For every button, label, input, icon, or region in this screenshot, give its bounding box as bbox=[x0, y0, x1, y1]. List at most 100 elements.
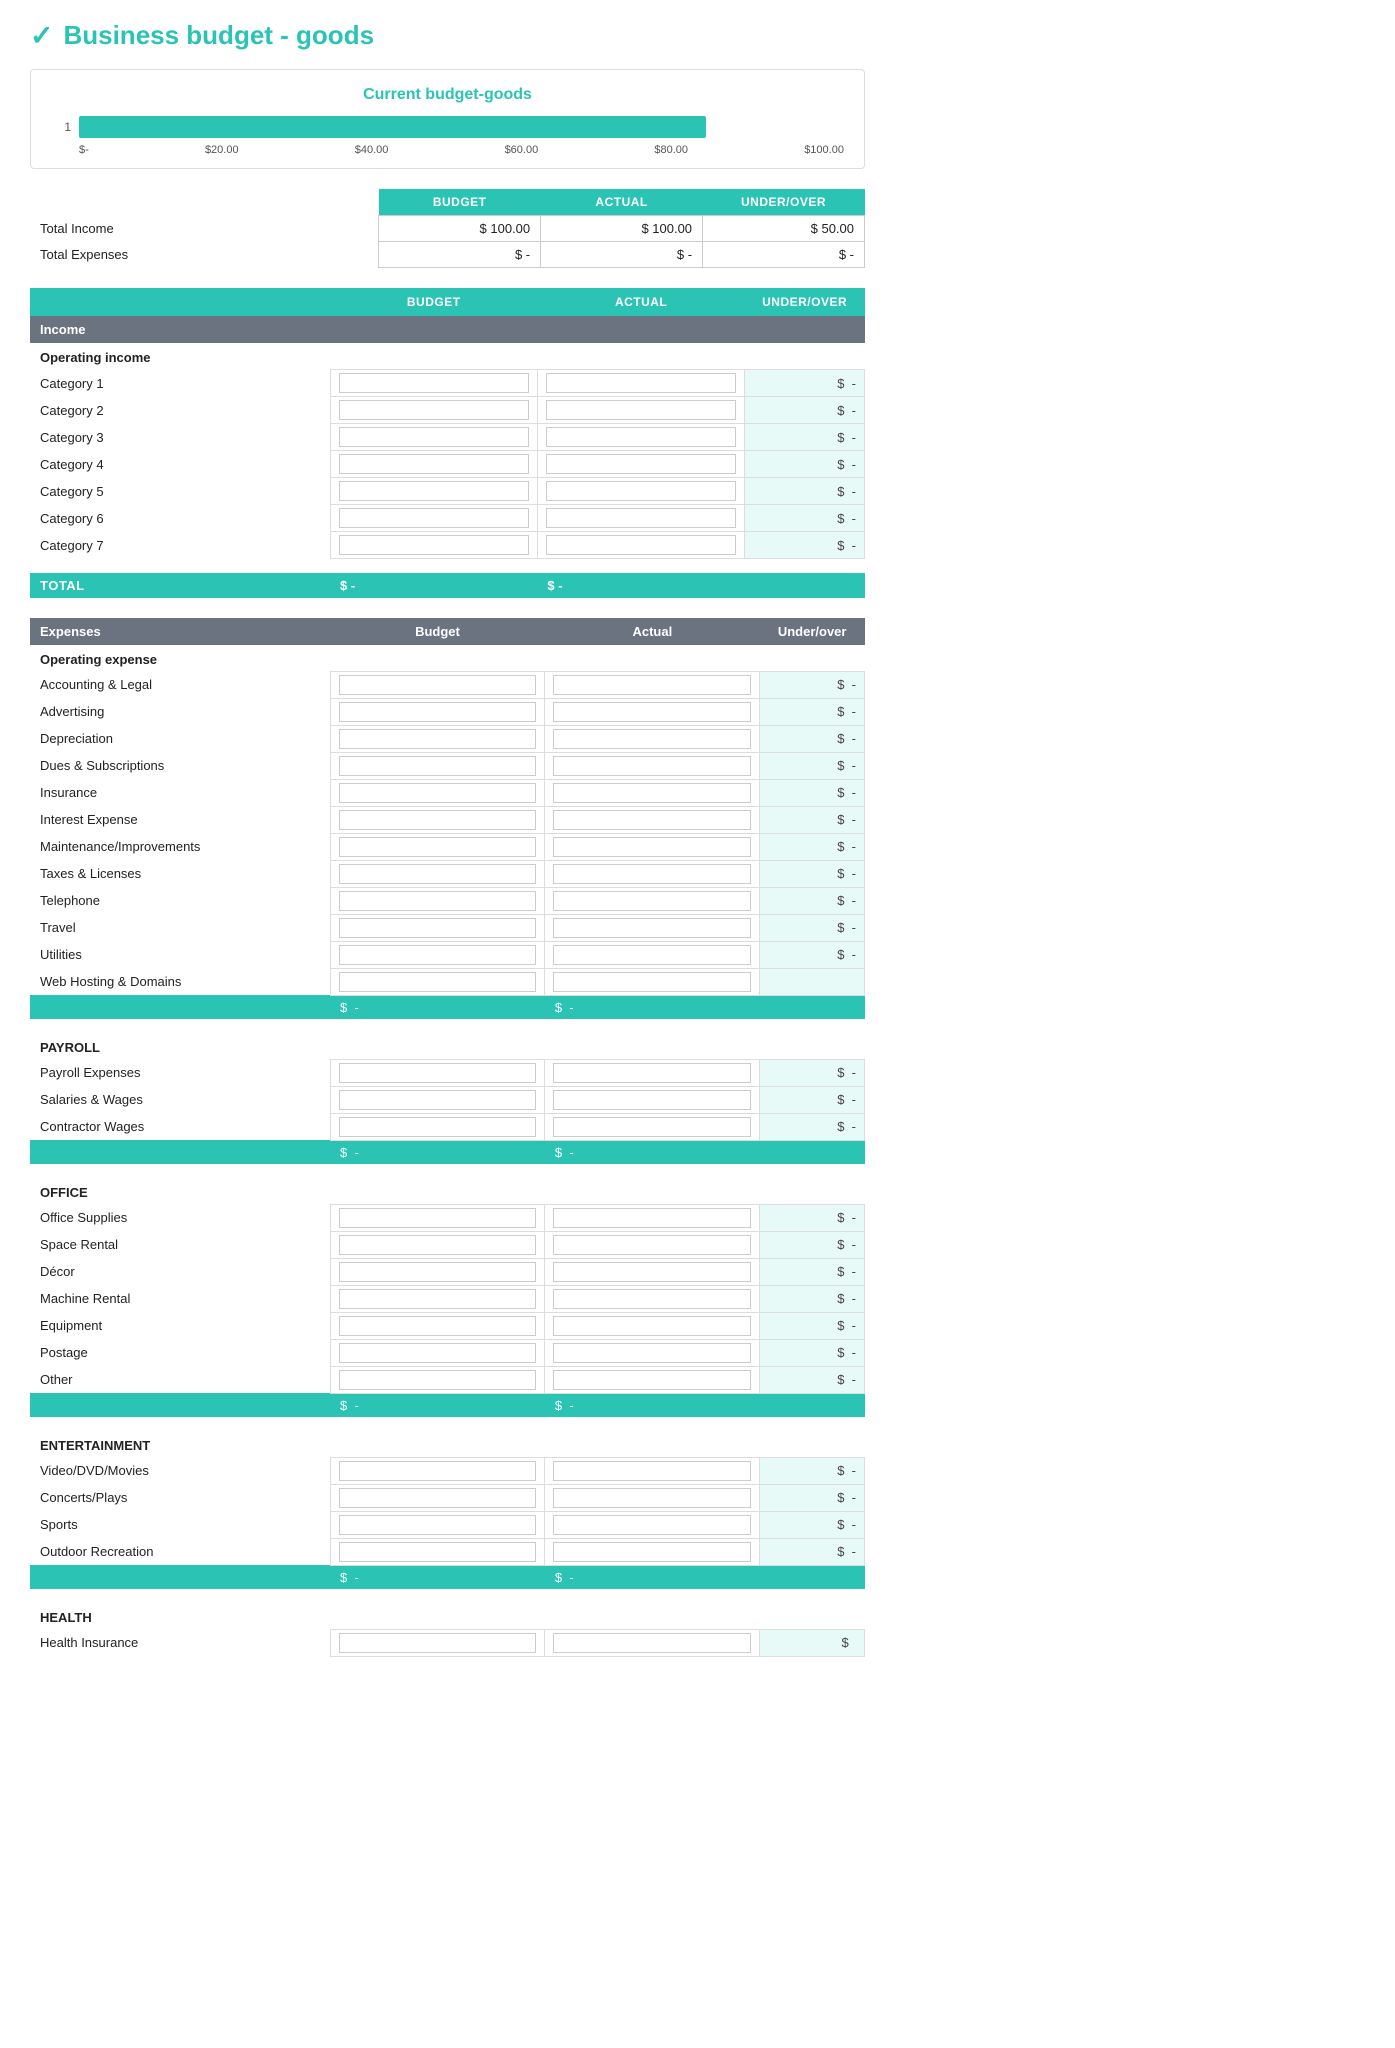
cat3-budget-field[interactable] bbox=[339, 427, 529, 447]
exp-machine-rental-budget[interactable] bbox=[339, 1289, 537, 1309]
exp-payroll-expenses-row: Payroll Expenses $ - bbox=[30, 1059, 865, 1086]
exp-video-budget[interactable] bbox=[339, 1461, 537, 1481]
exp-salaries-underover: $ - bbox=[760, 1086, 865, 1113]
exp-health-insurance-budget[interactable] bbox=[339, 1633, 537, 1653]
cat1-budget-input[interactable] bbox=[330, 370, 537, 397]
exp-salaries-actual[interactable] bbox=[553, 1090, 751, 1110]
exp-webhosting-actual[interactable] bbox=[553, 972, 751, 992]
exp-utilities-actual[interactable] bbox=[553, 945, 751, 965]
exp-webhosting-budget[interactable] bbox=[339, 972, 537, 992]
exp-maintenance-budget[interactable] bbox=[339, 837, 537, 857]
exp-outdoor-budget[interactable] bbox=[339, 1542, 537, 1562]
exp-webhosting-label: Web Hosting & Domains bbox=[30, 968, 330, 995]
exp-insurance-actual[interactable] bbox=[553, 783, 751, 803]
exp-taxes-actual[interactable] bbox=[553, 864, 751, 884]
exp-decor-budget[interactable] bbox=[339, 1262, 537, 1282]
exp-depreciation-budget[interactable] bbox=[339, 729, 537, 749]
cat5-actual-field[interactable] bbox=[546, 481, 736, 501]
exp-contractor-actual[interactable] bbox=[553, 1117, 751, 1137]
exp-depreciation-underover: $ - bbox=[760, 725, 865, 752]
operating-expense-subsection: Operating expense bbox=[30, 645, 865, 672]
cat1-actual-input[interactable] bbox=[537, 370, 744, 397]
exp-health-insurance-actual[interactable] bbox=[553, 1633, 751, 1653]
cat3-actual-field[interactable] bbox=[546, 427, 736, 447]
exp-other-actual[interactable] bbox=[553, 1370, 751, 1390]
exp-decor-actual[interactable] bbox=[553, 1262, 751, 1282]
income-col-underover: UNDER/OVER bbox=[745, 288, 865, 316]
summary-actual-header: ACTUAL bbox=[541, 189, 703, 216]
cat6-actual-field[interactable] bbox=[546, 508, 736, 528]
exp-outdoor-actual[interactable] bbox=[553, 1542, 751, 1562]
entertainment-subtotal-underover bbox=[760, 1565, 865, 1589]
income-total-budget: $ - bbox=[330, 573, 537, 598]
cat4-budget-field[interactable] bbox=[339, 454, 529, 474]
office-label: OFFICE bbox=[30, 1178, 865, 1205]
exp-other-label: Other bbox=[30, 1366, 330, 1393]
cat2-label: Category 2 bbox=[30, 397, 330, 424]
exp-equipment-actual[interactable] bbox=[553, 1316, 751, 1336]
exp-machine-rental-actual[interactable] bbox=[553, 1289, 751, 1309]
cat1-actual-field[interactable] bbox=[546, 373, 736, 393]
exp-accounting-actual[interactable] bbox=[553, 675, 751, 695]
income-category-row-5: Category 5 $ - bbox=[30, 478, 865, 505]
exp-machine-rental-label: Machine Rental bbox=[30, 1285, 330, 1312]
exp-travel-budget[interactable] bbox=[339, 918, 537, 938]
exp-dues-budget[interactable] bbox=[339, 756, 537, 776]
exp-utilities-budget[interactable] bbox=[339, 945, 537, 965]
spacer-1 bbox=[30, 559, 865, 573]
exp-interest-budget[interactable] bbox=[339, 810, 537, 830]
exp-payroll-expenses-budget[interactable] bbox=[339, 1063, 537, 1083]
exp-depreciation-actual[interactable] bbox=[553, 729, 751, 749]
cat2-actual-field[interactable] bbox=[546, 400, 736, 420]
cat4-actual-field[interactable] bbox=[546, 454, 736, 474]
exp-advertising-actual[interactable] bbox=[553, 702, 751, 722]
cat1-budget-field[interactable] bbox=[339, 373, 529, 393]
exp-equipment-budget[interactable] bbox=[339, 1316, 537, 1336]
exp-salaries-budget[interactable] bbox=[339, 1090, 537, 1110]
cat5-budget-field[interactable] bbox=[339, 481, 529, 501]
exp-space-rental-actual[interactable] bbox=[553, 1235, 751, 1255]
cat5-underover: $ - bbox=[745, 478, 865, 505]
exp-concerts-budget[interactable] bbox=[339, 1488, 537, 1508]
income-col-budget: BUDGET bbox=[330, 288, 537, 316]
exp-webhosting-row: Web Hosting & Domains bbox=[30, 968, 865, 995]
exp-travel-actual[interactable] bbox=[553, 918, 751, 938]
exp-taxes-budget[interactable] bbox=[339, 864, 537, 884]
exp-machine-rental-row: Machine Rental $ - bbox=[30, 1285, 865, 1312]
income-subsection: Operating income bbox=[30, 343, 865, 370]
exp-telephone-actual[interactable] bbox=[553, 891, 751, 911]
exp-office-supplies-budget[interactable] bbox=[339, 1208, 537, 1228]
income-col-actual: ACTUAL bbox=[537, 288, 744, 316]
exp-advertising-underover: $ - bbox=[760, 698, 865, 725]
cat6-budget-field[interactable] bbox=[339, 508, 529, 528]
chart-y-label: 1 bbox=[51, 120, 71, 134]
total-income-actual: $ 100.00 bbox=[541, 216, 703, 242]
exp-sports-actual[interactable] bbox=[553, 1515, 751, 1535]
exp-space-rental-budget[interactable] bbox=[339, 1235, 537, 1255]
exp-sports-row: Sports $ - bbox=[30, 1511, 865, 1538]
exp-advertising-budget[interactable] bbox=[339, 702, 537, 722]
exp-video-actual[interactable] bbox=[553, 1461, 751, 1481]
exp-accounting-budget[interactable] bbox=[339, 675, 537, 695]
exp-payroll-expenses-actual[interactable] bbox=[553, 1063, 751, 1083]
exp-depreciation-row: Depreciation $ - bbox=[30, 725, 865, 752]
exp-office-supplies-actual[interactable] bbox=[553, 1208, 751, 1228]
exp-salaries-row: Salaries & Wages $ - bbox=[30, 1086, 865, 1113]
exp-other-budget[interactable] bbox=[339, 1370, 537, 1390]
cat7-actual-field[interactable] bbox=[546, 535, 736, 555]
cat7-budget-field[interactable] bbox=[339, 535, 529, 555]
exp-dues-actual[interactable] bbox=[553, 756, 751, 776]
exp-maintenance-actual[interactable] bbox=[553, 837, 751, 857]
exp-insurance-budget[interactable] bbox=[339, 783, 537, 803]
exp-telephone-budget[interactable] bbox=[339, 891, 537, 911]
exp-contractor-budget[interactable] bbox=[339, 1117, 537, 1137]
axis-label-3: $60.00 bbox=[505, 144, 539, 156]
exp-concerts-actual[interactable] bbox=[553, 1488, 751, 1508]
exp-postage-actual[interactable] bbox=[553, 1343, 751, 1363]
exp-postage-budget[interactable] bbox=[339, 1343, 537, 1363]
cat2-budget-field[interactable] bbox=[339, 400, 529, 420]
exp-interest-actual[interactable] bbox=[553, 810, 751, 830]
exp-sports-budget[interactable] bbox=[339, 1515, 537, 1535]
exp-webhosting-underover bbox=[760, 968, 865, 995]
income-category-row-4: Category 4 $ - bbox=[30, 451, 865, 478]
